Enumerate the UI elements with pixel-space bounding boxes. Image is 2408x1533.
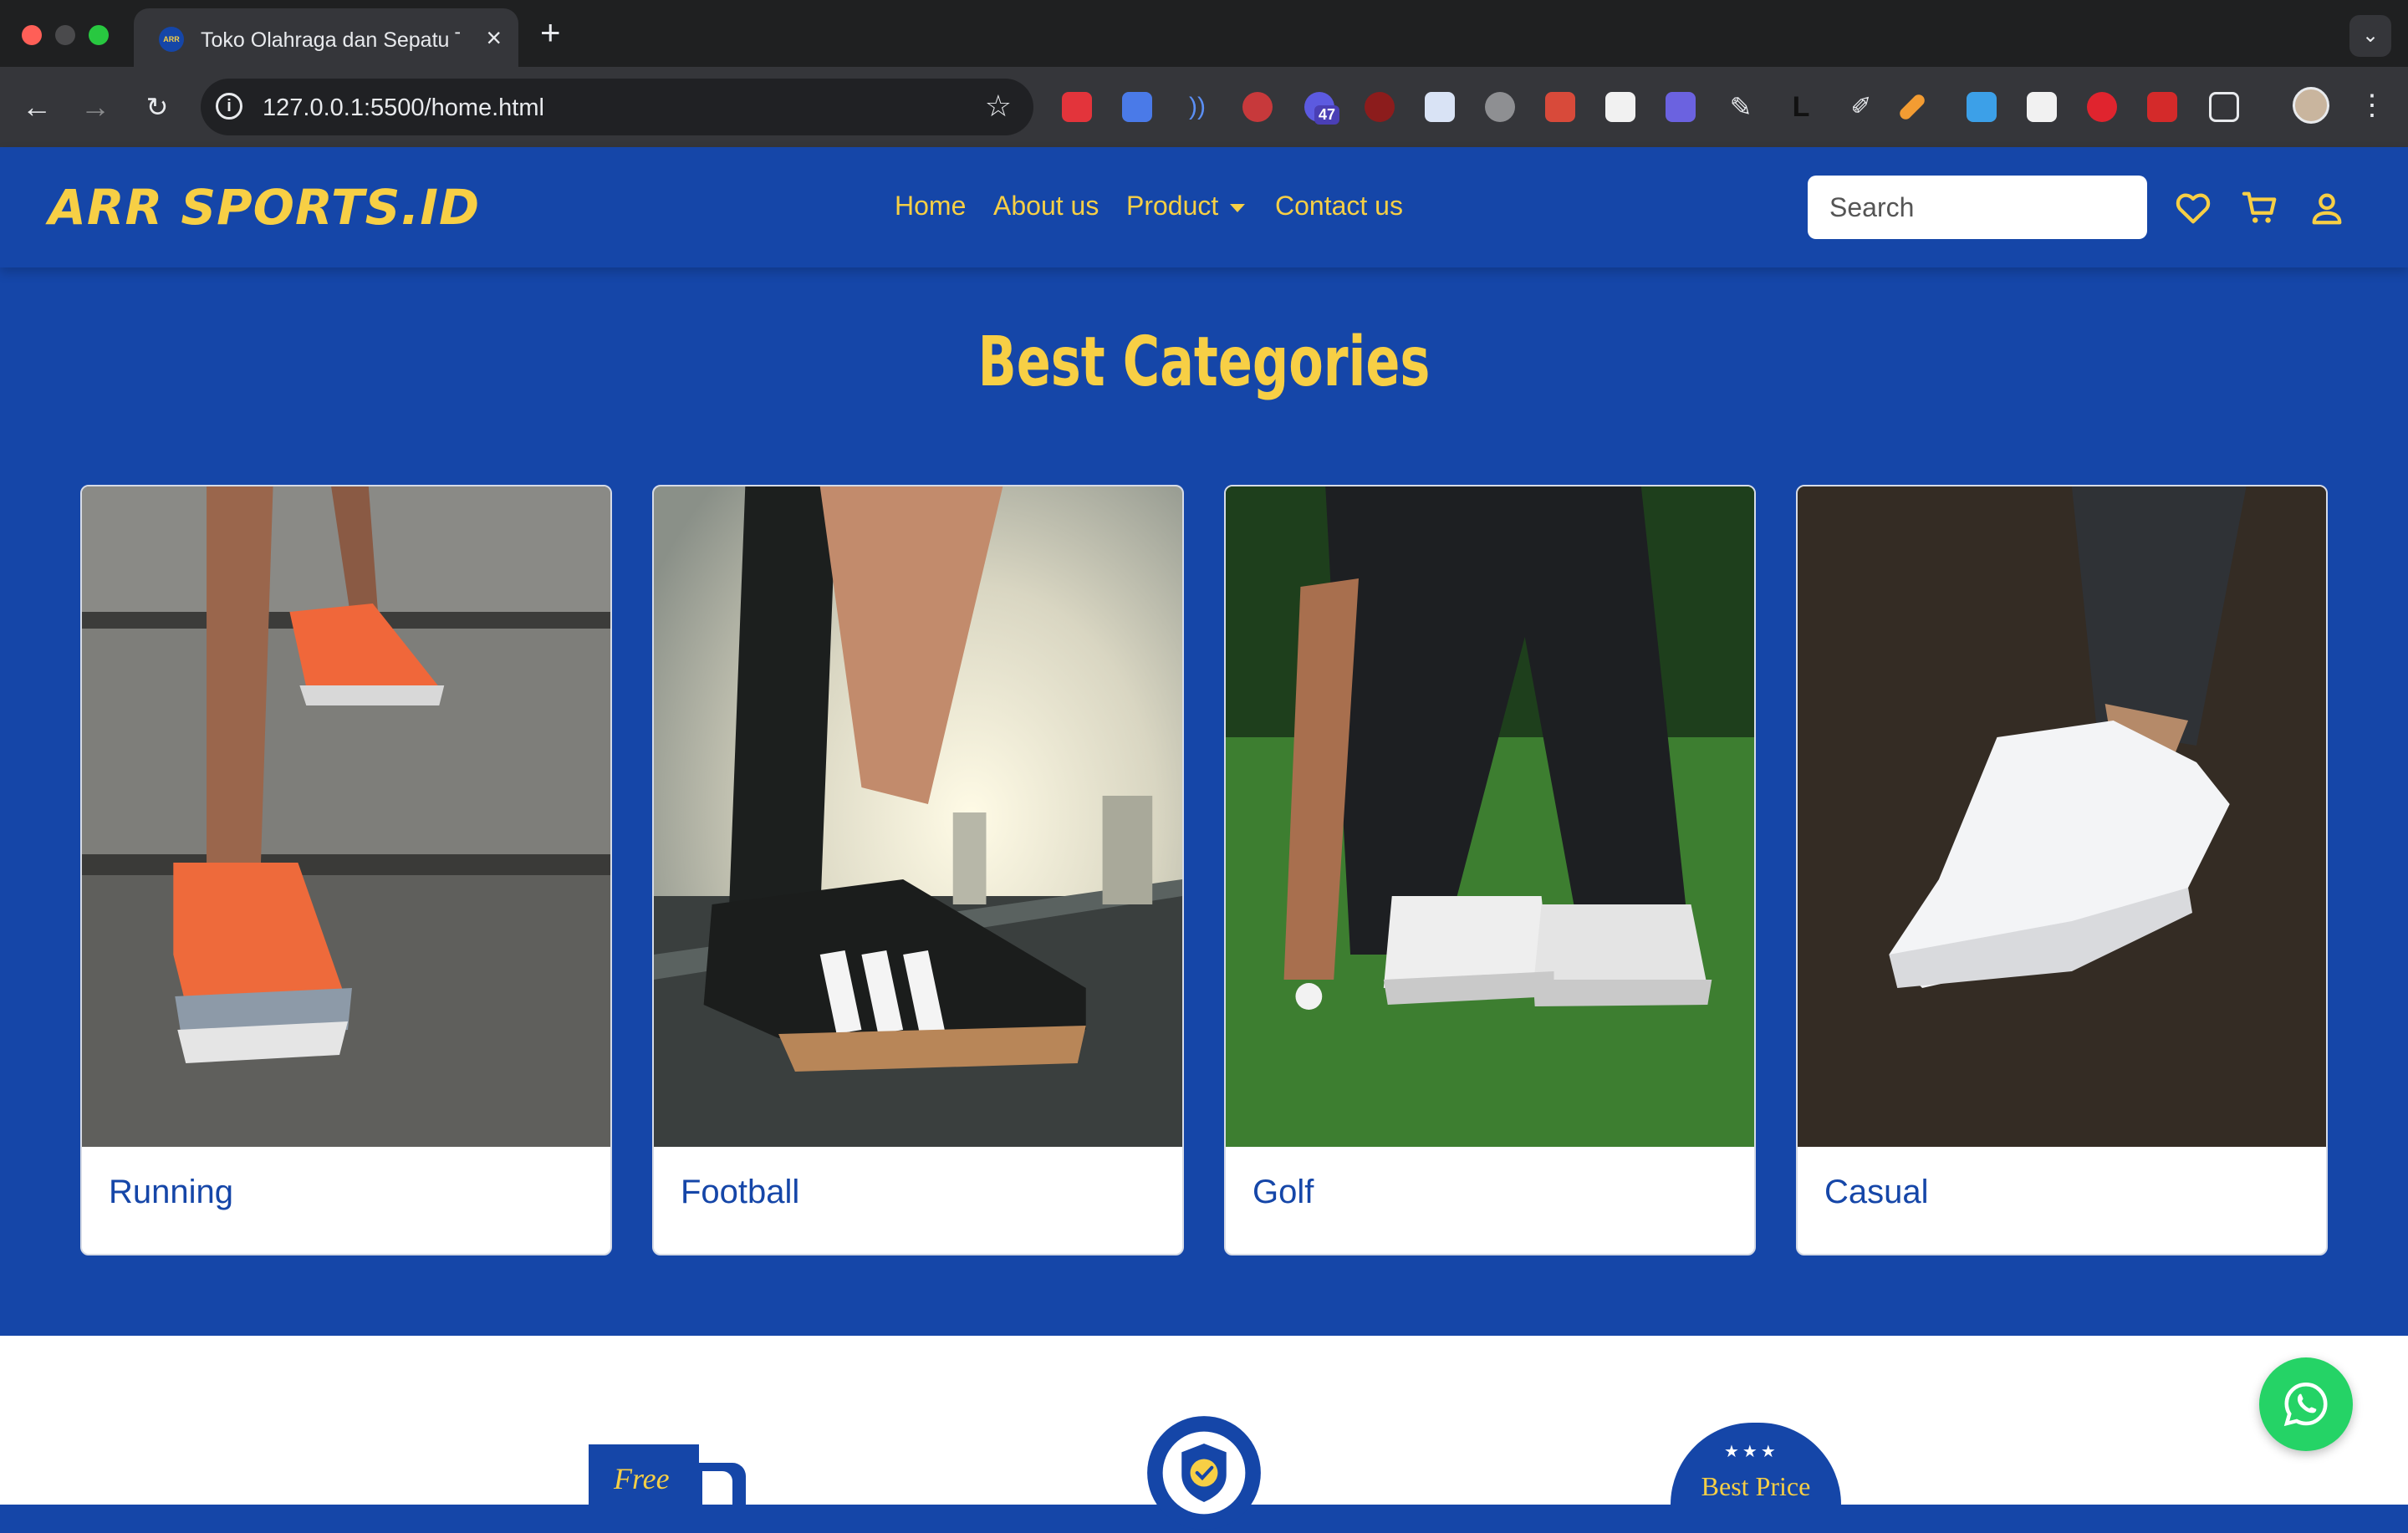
profile-avatar[interactable]	[2293, 87, 2329, 124]
address-bar[interactable]: i 127.0.0.1:5500/home.html ☆	[201, 79, 1033, 135]
audio-extension-icon[interactable]: ))	[1182, 92, 1212, 122]
whatsapp-icon	[2283, 1382, 2328, 1427]
close-window-button[interactable]	[22, 25, 42, 45]
extension-icon[interactable]	[1666, 92, 1696, 122]
extension-icon[interactable]	[1242, 92, 1273, 122]
golf-shoes-image	[1226, 486, 1754, 1147]
category-card-casual[interactable]: Casual	[1796, 485, 2328, 1255]
minimize-window-button[interactable]	[55, 25, 75, 45]
cart-icon[interactable]	[2241, 189, 2279, 227]
eyedropper-extension-icon[interactable]: ✎	[1726, 92, 1756, 122]
tab-close-icon[interactable]: ×	[486, 23, 502, 52]
chrome-menu-icon[interactable]: ⋮	[2358, 87, 2386, 124]
category-card-golf[interactable]: Golf	[1224, 485, 1756, 1255]
maximize-window-button[interactable]	[89, 25, 109, 45]
tab-title: Toko Olahraga dan Sepatu Terbaik	[201, 28, 460, 52]
extension-icon[interactable]	[2027, 92, 2057, 122]
site-header: ARR SPORTS.ID Home About us Product Cont…	[0, 147, 2408, 267]
extension-icon[interactable]	[1545, 92, 1575, 122]
pinterest-extension-icon[interactable]	[2087, 92, 2117, 122]
free-label: Free	[614, 1462, 670, 1495]
translate-extension-icon[interactable]	[1122, 92, 1152, 122]
site-logo[interactable]: ARR SPORTS.ID	[48, 179, 480, 236]
user-icon[interactable]	[2308, 189, 2346, 227]
section-title: Best Categories	[977, 323, 1431, 402]
reload-icon[interactable]: ↻	[137, 87, 177, 127]
extension-icon[interactable]	[1605, 92, 1635, 122]
stars-icon: ★★★	[1724, 1443, 1779, 1461]
free-shipping-feature: Free	[589, 1444, 747, 1505]
new-tab-button[interactable]: +	[540, 12, 561, 53]
football-boots-image	[654, 486, 1182, 1147]
extension-icon[interactable]	[1967, 92, 1997, 122]
features-section: Free ★★★ Best Price	[0, 1336, 2408, 1530]
category-card-running[interactable]: Running	[80, 485, 612, 1255]
browser-tab[interactable]: ARR Toko Olahraga dan Sepatu Terbaik ×	[134, 8, 518, 67]
category-label: Football	[681, 1174, 800, 1210]
back-arrow-icon[interactable]: ←	[17, 87, 57, 127]
bookmark-star-icon[interactable]: ☆	[985, 89, 1012, 124]
tab-favicon-icon: ARR	[159, 27, 184, 52]
extension-icon[interactable]	[1485, 92, 1515, 122]
extension-icon[interactable]: ✐	[1846, 92, 1876, 122]
extension-icon[interactable]	[1062, 92, 1092, 122]
extension-icon[interactable]	[1425, 92, 1455, 122]
forward-arrow-icon[interactable]: →	[75, 87, 115, 127]
extension-icon[interactable]	[2147, 92, 2177, 122]
nav-product-label: Product	[1126, 191, 1219, 221]
casual-sneaker-image	[1798, 486, 2326, 1147]
caret-down-icon	[1230, 203, 1246, 212]
highlighter-extension-icon[interactable]	[1897, 92, 1927, 122]
running-shoes-image	[82, 486, 610, 1147]
truck-cab-icon	[694, 1463, 746, 1505]
best-price-feature: ★★★ Best Price	[1671, 1423, 1841, 1505]
category-label: Running	[109, 1174, 234, 1210]
url-text: 127.0.0.1:5500/home.html	[263, 94, 544, 121]
site-info-icon[interactable]: i	[216, 93, 242, 120]
category-label: Casual	[1824, 1174, 1929, 1210]
heart-icon[interactable]	[2174, 189, 2212, 227]
tab-search-chevron-icon[interactable]: ⌄	[2349, 15, 2391, 57]
extensions-puzzle-icon[interactable]	[2209, 92, 2239, 122]
quality-badge-icon	[1147, 1416, 1261, 1530]
nav-contact-link[interactable]: Contact us	[1275, 191, 1403, 222]
best-price-label: Best Price	[1701, 1471, 1811, 1501]
extension-icon[interactable]: L	[1786, 92, 1816, 122]
extension-icon[interactable]: 47	[1304, 92, 1340, 125]
browser-tab-bar: ARR Toko Olahraga dan Sepatu Terbaik × +…	[0, 0, 2408, 67]
browser-toolbar: ← → ↻ i 127.0.0.1:5500/home.html ☆ )) 47…	[0, 67, 2408, 147]
ublock-extension-icon[interactable]	[1365, 92, 1395, 122]
category-card-football[interactable]: Football	[652, 485, 1184, 1255]
extension-badge: 47	[1314, 105, 1340, 125]
nav-home-link[interactable]: Home	[895, 191, 966, 222]
nav-product-dropdown[interactable]: Product	[1126, 191, 1246, 222]
category-label: Golf	[1252, 1174, 1314, 1210]
search-input[interactable]	[1808, 176, 2147, 239]
whatsapp-chat-button[interactable]	[2259, 1357, 2353, 1451]
nav-about-link[interactable]: About us	[993, 191, 1099, 222]
